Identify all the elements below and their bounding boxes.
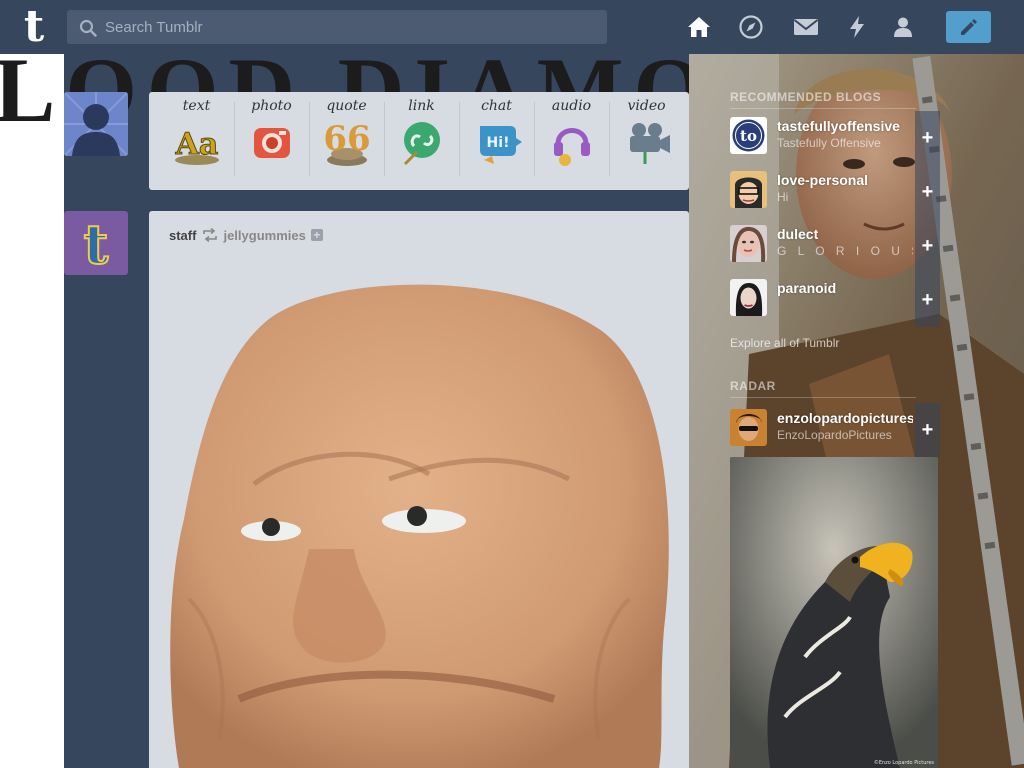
radar-title: RADAR: [730, 379, 916, 398]
top-navigation-bar: t: [0, 0, 1024, 54]
follow-button[interactable]: +: [915, 219, 940, 273]
post-type-label: chat: [481, 98, 512, 114]
radar-blog-item[interactable]: enzolopardopictures EnzoLopardoPictures …: [730, 403, 940, 457]
blog-subtitle: EnzoLopardoPictures: [777, 428, 892, 442]
envelope-icon[interactable]: [792, 14, 820, 40]
chat-icon: Hi!: [479, 126, 522, 164]
blog-avatar[interactable]: to: [730, 117, 767, 154]
headphones-icon: [553, 128, 590, 166]
post-type-label: photo: [251, 98, 292, 114]
post-type-text[interactable]: text Aa: [159, 98, 234, 184]
post-type-video[interactable]: video: [609, 98, 684, 184]
compass-icon[interactable]: [738, 14, 764, 40]
recommended-blog-item[interactable]: dulect G L O R I O U S +: [730, 219, 940, 273]
post-type-quote[interactable]: quote 66: [309, 98, 384, 184]
blog-avatar[interactable]: [730, 171, 767, 208]
svg-text:t: t: [84, 212, 109, 275]
svg-text:66: 66: [323, 119, 370, 159]
blog-name[interactable]: paranoid: [777, 280, 913, 296]
post-type-selector: text Aa photo quote 66 link chat Hi! aud…: [149, 92, 689, 190]
svg-text:Aa: Aa: [174, 127, 218, 162]
post-type-label: quote: [326, 98, 367, 114]
explore-tumblr-link[interactable]: Explore all of Tumblr: [730, 336, 839, 350]
post-type-label: text: [182, 98, 211, 114]
svg-text:©Enzo Lopardo Pictures: ©Enzo Lopardo Pictures: [874, 759, 935, 766]
post-type-label: audio: [551, 98, 592, 114]
person-icon[interactable]: [890, 14, 916, 40]
recommended-blog-item[interactable]: love-personal Hi +: [730, 165, 940, 219]
post-type-label: video: [627, 98, 666, 114]
blog-subtitle: G L O R I O U S: [777, 244, 913, 258]
search-icon: [79, 19, 97, 37]
blog-name[interactable]: tastefullyoffensive: [777, 118, 913, 134]
text-icon: Aa: [174, 127, 219, 165]
lightning-icon[interactable]: [844, 14, 870, 40]
post-author-link[interactable]: staff: [169, 228, 196, 243]
blog-subtitle: Tastefully Offensive: [777, 136, 881, 150]
recommended-blog-item[interactable]: paranoid +: [730, 273, 940, 327]
follow-button[interactable]: +: [915, 111, 940, 165]
post-header: staff jellygummies +: [169, 227, 323, 243]
blog-name[interactable]: love-personal: [777, 172, 913, 188]
pencil-icon: [961, 19, 977, 35]
follow-source-button[interactable]: +: [310, 229, 323, 241]
search-input[interactable]: [105, 10, 595, 44]
blog-avatar[interactable]: [730, 279, 767, 316]
blog-avatar[interactable]: [730, 225, 767, 262]
follow-button[interactable]: +: [915, 403, 940, 457]
staff-avatar[interactable]: t: [64, 211, 128, 275]
recommended-blogs-title: RECOMMENDED BLOGS: [730, 90, 916, 109]
recommended-blog-item[interactable]: to tastefullyoffensive Tastefully Offens…: [730, 111, 940, 165]
post-type-photo[interactable]: photo: [234, 98, 309, 184]
svg-text:to: to: [740, 127, 757, 145]
svg-text:Hi!: Hi!: [486, 135, 509, 151]
post-type-chat[interactable]: chat Hi!: [459, 98, 534, 184]
blog-name[interactable]: enzolopardopictures: [777, 410, 913, 426]
video-camera-icon: [629, 123, 670, 164]
reblog-icon: [203, 228, 218, 242]
quote-icon: 66: [323, 119, 370, 166]
post-photo[interactable]: [159, 269, 679, 768]
home-icon[interactable]: [686, 14, 712, 40]
radar-post-photo[interactable]: ©Enzo Lopardo Pictures: [730, 457, 938, 768]
post-type-audio[interactable]: audio: [534, 98, 609, 184]
sidebar: RECOMMENDED BLOGS to tastefullyoffensive…: [730, 54, 940, 768]
tumblr-logo[interactable]: t: [16, 5, 52, 49]
user-avatar[interactable]: [64, 92, 128, 156]
reblog-source-link[interactable]: jellygummies: [223, 228, 305, 243]
post-type-label: link: [408, 98, 435, 114]
blog-subtitle: Hi: [777, 190, 789, 204]
post-type-link[interactable]: link: [384, 98, 459, 184]
compose-button[interactable]: [946, 11, 991, 43]
camera-icon: [253, 128, 290, 158]
follow-button[interactable]: +: [915, 165, 940, 219]
link-icon: [403, 122, 440, 166]
blog-avatar[interactable]: [730, 409, 767, 446]
post-card: staff jellygummies +: [149, 211, 689, 768]
follow-button[interactable]: +: [915, 273, 940, 327]
search-box[interactable]: [67, 10, 607, 44]
blog-name[interactable]: dulect: [777, 226, 913, 242]
